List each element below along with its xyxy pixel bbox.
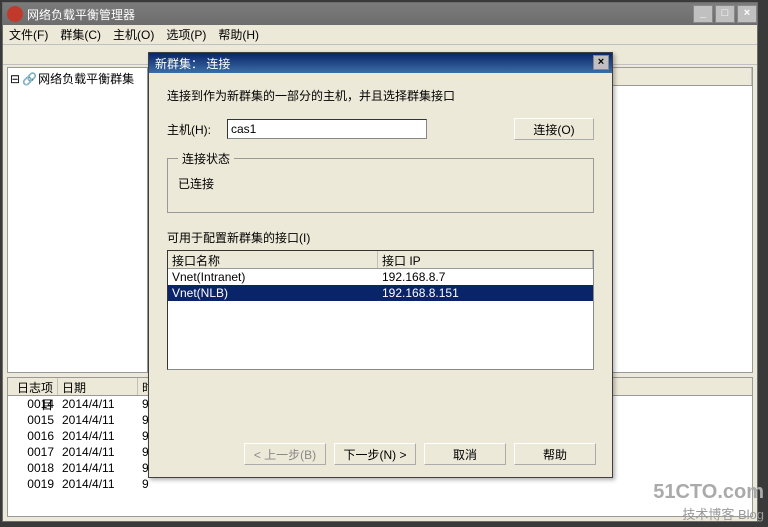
dialog-title: 新群集： 连接 xyxy=(155,55,230,72)
host-label: 主机(H): xyxy=(167,121,227,138)
tree-root-label: 网络负载平衡群集 xyxy=(38,70,134,87)
close-button[interactable]: × xyxy=(737,5,757,23)
main-titlebar[interactable]: 网络负载平衡管理器 _ □ × xyxy=(3,3,757,25)
help-button[interactable]: 帮助 xyxy=(514,443,596,465)
menu-file[interactable]: 文件(F) xyxy=(9,26,48,43)
menubar: 文件(F) 群集(C) 主机(O) 选项(P) 帮助(H) xyxy=(3,25,757,45)
tree-expand-icon[interactable]: ⊟ xyxy=(10,72,20,86)
min-button[interactable]: _ xyxy=(693,5,713,23)
max-button[interactable]: □ xyxy=(715,5,735,23)
log-row[interactable]: 00192014/4/119 xyxy=(8,476,752,492)
back-button: < 上一步(B) xyxy=(244,443,326,465)
main-title: 网络负载平衡管理器 xyxy=(27,6,691,23)
dialog-instruction: 连接到作为新群集的一部分的主机，并且选择群集接口 xyxy=(167,87,594,104)
log-col-date[interactable]: 日期 xyxy=(58,378,138,395)
connect-button[interactable]: 连接(O) xyxy=(514,118,594,140)
menu-options[interactable]: 选项(P) xyxy=(166,26,206,43)
connection-status-group: 连接状态 已连接 xyxy=(167,150,594,213)
cancel-button[interactable]: 取消 xyxy=(424,443,506,465)
tree-pane[interactable]: ⊟ 🔗 网络负载平衡群集 xyxy=(8,68,148,372)
host-input[interactable] xyxy=(227,119,427,139)
interface-row[interactable]: Vnet(Intranet)192.168.8.7 xyxy=(168,269,593,285)
log-col-id[interactable]: 日志项目 xyxy=(8,378,58,395)
new-cluster-dialog: 新群集： 连接 × 连接到作为新群集的一部分的主机，并且选择群集接口 主机(H)… xyxy=(148,52,613,478)
iface-col-ip[interactable]: 接口 IP xyxy=(378,251,593,268)
interfaces-list[interactable]: 接口名称 接口 IP Vnet(Intranet)192.168.8.7Vnet… xyxy=(167,250,594,370)
menu-host[interactable]: 主机(O) xyxy=(113,26,154,43)
status-legend: 连接状态 xyxy=(178,150,234,167)
dialog-titlebar[interactable]: 新群集： 连接 × xyxy=(149,53,612,73)
menu-cluster[interactable]: 群集(C) xyxy=(60,26,101,43)
interfaces-label: 可用于配置新群集的接口(I) xyxy=(167,229,594,246)
watermark: 51CTO.com 技术博客 Blog xyxy=(653,481,764,523)
status-text: 已连接 xyxy=(178,173,583,200)
next-button[interactable]: 下一步(N) > xyxy=(334,443,416,465)
interface-row[interactable]: Vnet(NLB)192.168.8.151 xyxy=(168,285,593,301)
cluster-icon: 🔗 xyxy=(22,72,36,86)
iface-col-name[interactable]: 接口名称 xyxy=(168,251,378,268)
menu-help[interactable]: 帮助(H) xyxy=(218,26,259,43)
tree-root-node[interactable]: ⊟ 🔗 网络负载平衡群集 xyxy=(10,70,145,87)
app-icon xyxy=(7,6,23,22)
dialog-close-button[interactable]: × xyxy=(593,55,609,70)
